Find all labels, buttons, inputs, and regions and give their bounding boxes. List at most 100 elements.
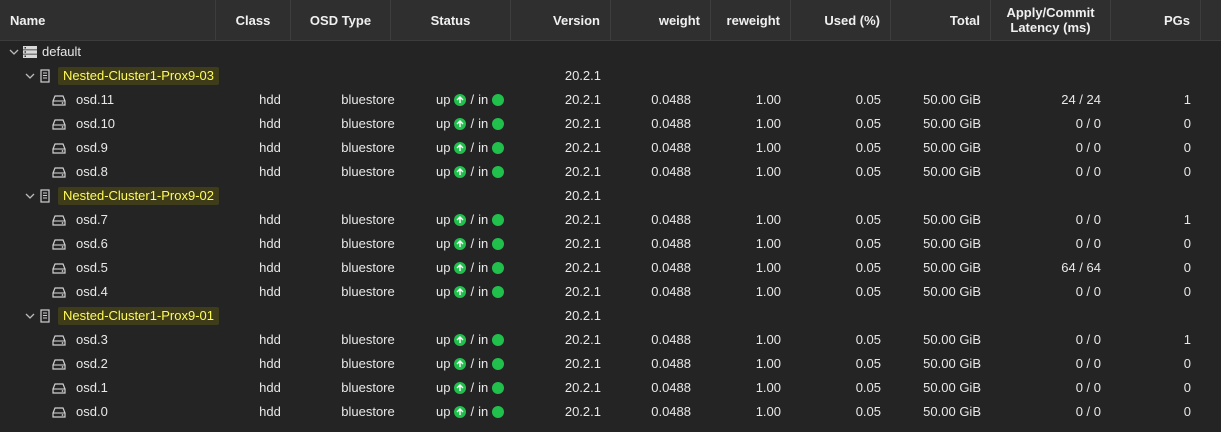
status-up-icon	[454, 286, 467, 298]
weight-cell: 0.0488	[651, 380, 691, 395]
latency-cell: 24 / 24	[1061, 92, 1101, 107]
root-name-cell: default	[8, 40, 208, 64]
column-header-pgs[interactable]: PGs	[1111, 0, 1201, 40]
latency-cell: 0 / 0	[1075, 236, 1101, 251]
column-header-total[interactable]: Total	[891, 0, 991, 40]
osd-row[interactable]: osd.0 hdd bluestore up / in 20.2.1 0.0488 1.00 0.…	[0, 400, 1221, 424]
class-cell: hdd	[259, 332, 281, 347]
total-cell: 50.00 GiB	[923, 212, 981, 227]
total-cell: 50.00 GiB	[923, 116, 981, 131]
osd-row[interactable]: osd.7 hdd bluestore up / in 20.2.1 0.0488 1.00 0.…	[0, 208, 1221, 232]
osd-name-cell: osd.9	[52, 136, 212, 160]
column-header-version[interactable]: Version	[511, 0, 611, 40]
osd-name: osd.6	[76, 236, 108, 251]
latency-cell: 0 / 0	[1075, 380, 1101, 395]
osd-type-cell: bluestore	[341, 380, 395, 395]
status-up-icon	[454, 262, 467, 274]
osd-row[interactable]: osd.3 hdd bluestore up / in 20.2.1 0.0488 1.00 0.…	[0, 328, 1221, 352]
osd-name-cell: osd.11	[52, 88, 212, 112]
version-cell: 20.2.1	[564, 356, 601, 371]
tree-root-row[interactable]: default	[0, 40, 1221, 64]
reweight-cell: 1.00	[755, 164, 781, 179]
osd-name: osd.3	[76, 332, 108, 347]
column-header-class[interactable]: Class	[216, 0, 291, 40]
column-header-version-label: Version	[553, 12, 600, 28]
chevron-down-icon[interactable]	[24, 70, 36, 82]
total-cell: 50.00 GiB	[923, 380, 981, 395]
host-row[interactable]: Nested-Cluster1-Prox9-03 20.2.1	[0, 64, 1221, 88]
osd-type-cell: bluestore	[341, 92, 395, 107]
status-separator: /	[470, 356, 475, 371]
status-separator: /	[470, 116, 475, 131]
osd-type-cell: bluestore	[341, 404, 395, 419]
osd-name: osd.1	[76, 380, 108, 395]
host-row[interactable]: Nested-Cluster1-Prox9-02 20.2.1	[0, 184, 1221, 208]
version-cell: 20.2.1	[564, 260, 601, 275]
status-up-text: up	[436, 236, 451, 251]
status-up-icon	[454, 382, 467, 394]
version-cell: 20.2.1	[564, 164, 601, 179]
pgs-cell: 1	[1183, 212, 1191, 227]
column-header-reweight[interactable]: reweight	[711, 0, 791, 40]
version-cell: 20.2.1	[564, 404, 601, 419]
status-up-text: up	[436, 404, 451, 419]
osd-type-cell: bluestore	[341, 140, 395, 155]
osd-name: osd.2	[76, 356, 108, 371]
reweight-cell: 1.00	[755, 380, 781, 395]
latency-cell: 0 / 0	[1075, 164, 1101, 179]
column-header-name[interactable]: Name	[0, 0, 216, 40]
chevron-down-icon[interactable]	[8, 46, 20, 58]
osd-type-cell: bluestore	[341, 212, 395, 227]
column-header-latency[interactable]: Apply/Commit Latency (ms)	[991, 0, 1111, 40]
latency-cell: 0 / 0	[1075, 284, 1101, 299]
column-header-weight[interactable]: weight	[611, 0, 711, 40]
osd-name: osd.10	[76, 116, 116, 131]
status-up-text: up	[436, 356, 451, 371]
osd-row[interactable]: osd.9 hdd bluestore up / in 20.2.1 0.0488 1.00 0.…	[0, 136, 1221, 160]
osd-name-cell: osd.0	[52, 400, 212, 424]
osd-name-cell: osd.4	[52, 280, 212, 304]
status-in-text: in	[478, 212, 489, 227]
hard-disk-icon	[52, 117, 66, 131]
status-up-text: up	[436, 92, 451, 107]
weight-cell: 0.0488	[651, 284, 691, 299]
status-up-text: up	[436, 116, 451, 131]
osd-row[interactable]: osd.8 hdd bluestore up / in 20.2.1 0.0488 1.00 0.…	[0, 160, 1221, 184]
status-in-text: in	[478, 332, 489, 347]
pgs-cell: 0	[1183, 236, 1191, 251]
version-cell: 20.2.1	[564, 68, 601, 83]
osd-row[interactable]: osd.6 hdd bluestore up / in 20.2.1 0.0488 1.00 0.…	[0, 232, 1221, 256]
host-name: Nested-Cluster1-Prox9-03	[58, 67, 220, 85]
status-in-text: in	[478, 164, 489, 179]
hard-disk-icon	[52, 381, 66, 395]
host-row[interactable]: Nested-Cluster1-Prox9-01 20.2.1	[0, 304, 1221, 328]
column-header-used[interactable]: Used (%)	[791, 0, 891, 40]
total-cell: 50.00 GiB	[923, 284, 981, 299]
pgs-cell: 0	[1183, 140, 1191, 155]
osd-row[interactable]: osd.2 hdd bluestore up / in 20.2.1 0.0488 1.00 0.…	[0, 352, 1221, 376]
osd-row[interactable]: osd.10 hdd bluestore up / in 20.2.1 0.0488 1.00 0…	[0, 112, 1221, 136]
osd-name: osd.7	[76, 212, 108, 227]
status-separator: /	[470, 284, 475, 299]
column-header-osd-type[interactable]: OSD Type	[291, 0, 391, 40]
column-header-name-label: Name	[10, 12, 46, 28]
osd-type-cell: bluestore	[341, 356, 395, 371]
latency-cell: 0 / 0	[1075, 332, 1101, 347]
latency-cell: 0 / 0	[1075, 116, 1101, 131]
hard-disk-icon	[52, 141, 66, 155]
osd-row[interactable]: osd.5 hdd bluestore up / in 20.2.1 0.0488 1.00 0.…	[0, 256, 1221, 280]
weight-cell: 0.0488	[651, 356, 691, 371]
osd-row[interactable]: osd.1 hdd bluestore up / in 20.2.1 0.0488 1.00 0.…	[0, 376, 1221, 400]
chevron-down-icon[interactable]	[24, 310, 36, 322]
pgs-cell: 1	[1183, 92, 1191, 107]
latency-cell: 0 / 0	[1075, 404, 1101, 419]
chevron-down-icon[interactable]	[24, 190, 36, 202]
osd-row[interactable]: osd.4 hdd bluestore up / in 20.2.1 0.0488 1.00 0.…	[0, 280, 1221, 304]
status-up-icon	[454, 118, 467, 130]
osd-row[interactable]: osd.11 hdd bluestore up / in 20.2.1 0.0488 1.00 0…	[0, 88, 1221, 112]
status-up-text: up	[436, 332, 451, 347]
host-name-cell: Nested-Cluster1-Prox9-03	[24, 64, 224, 88]
column-header-status[interactable]: Status	[391, 0, 511, 40]
status-in-text: in	[478, 92, 489, 107]
pgs-cell: 0	[1183, 116, 1191, 131]
